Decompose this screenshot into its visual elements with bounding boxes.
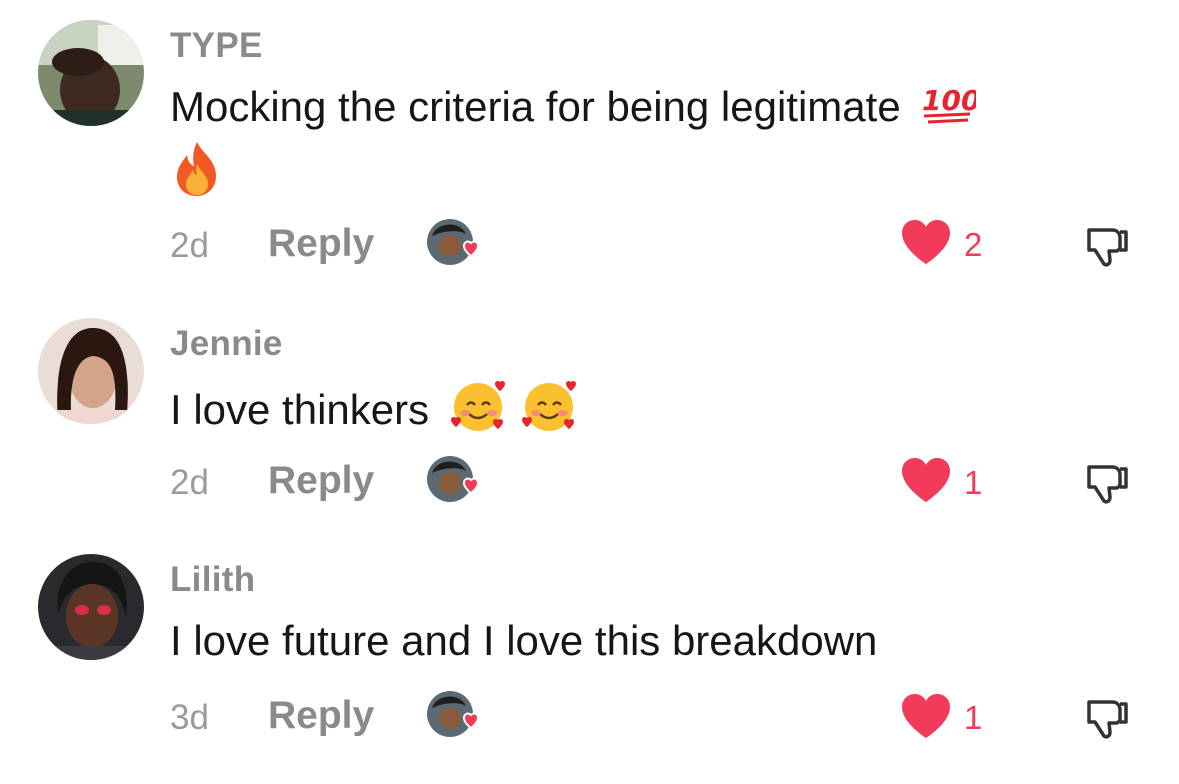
comment-time: 3d — [170, 698, 209, 737]
creator-liked-avatar — [426, 455, 484, 505]
dislike-icon[interactable] — [1082, 692, 1132, 742]
comment-text: I love thinkers — [170, 378, 1140, 448]
like-count: 1 — [964, 464, 983, 501]
smiling-face-with-hearts-emoji — [449, 378, 509, 448]
creator-liked-avatar — [426, 690, 484, 740]
smiling-face-with-hearts-emoji — [520, 378, 580, 448]
avatar[interactable] — [38, 554, 144, 660]
reply-button[interactable]: Reply — [268, 459, 374, 503]
reply-button[interactable]: Reply — [268, 694, 374, 738]
like-count: 1 — [964, 699, 983, 736]
heart-icon[interactable] — [900, 456, 952, 504]
comment-username[interactable]: Jennie — [170, 324, 283, 364]
comment-text-content: I love future and I love this breakdown — [170, 617, 878, 664]
comment-username[interactable]: Lilith — [170, 560, 255, 600]
comment-time: 2d — [170, 463, 209, 502]
comment-text: I love future and I love this breakdown — [170, 613, 1140, 669]
comment-item: Lilith I love future and I love this bre… — [0, 0, 1179, 739]
dislike-icon[interactable] — [1082, 457, 1132, 507]
avatar[interactable] — [38, 318, 144, 424]
heart-icon[interactable] — [900, 692, 952, 740]
comment-text-content: I love thinkers — [170, 386, 430, 434]
